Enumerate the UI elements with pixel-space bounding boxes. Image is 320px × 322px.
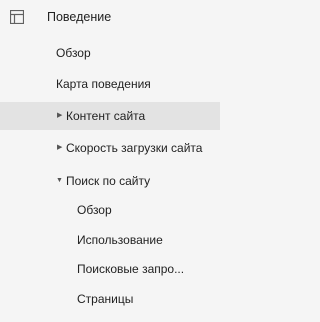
nav-item-site-speed[interactable]: ▶ Скорость загрузки сайта — [0, 134, 220, 162]
nav-item-label: Страницы — [77, 292, 134, 306]
section-label: Поведение — [47, 10, 112, 24]
nav-item-site-content[interactable]: ▶ Контент сайта — [0, 102, 220, 130]
behavior-section-header[interactable]: Поведение — [0, 2, 220, 32]
nav-item-behavior-map[interactable]: Карта поведения — [0, 70, 220, 98]
nav-item-site-search[interactable]: ▼ Поиск по сайту — [0, 167, 220, 195]
nav-item-label: Контент сайта — [66, 109, 146, 123]
nav-item-label: Использование — [77, 233, 163, 247]
nav-item-label: Обзор — [77, 203, 112, 217]
layout-panel-icon — [10, 10, 24, 24]
nav-item-label: Карта поведения — [56, 77, 151, 91]
caret-right-icon: ▶ — [57, 112, 63, 119]
nav-item-label: Поиск по сайту — [66, 174, 151, 188]
nav-subitem-search-terms[interactable]: Поисковые запро... — [0, 255, 220, 283]
nav-item-overview[interactable]: Обзор — [0, 39, 220, 67]
caret-right-icon: ▶ — [57, 144, 63, 151]
behavior-nav: Поведение Обзор Карта поведения ▶ Контен… — [0, 0, 220, 322]
nav-subitem-search-pages[interactable]: Страницы — [0, 285, 220, 313]
nav-item-label: Обзор — [56, 46, 91, 60]
caret-down-icon: ▼ — [56, 177, 63, 184]
nav-item-label: Поисковые запро... — [77, 262, 185, 276]
nav-subitem-search-usage[interactable]: Использование — [0, 226, 220, 254]
nav-item-label: Скорость загрузки сайта — [66, 141, 203, 155]
nav-subitem-search-overview[interactable]: Обзор — [0, 196, 220, 224]
